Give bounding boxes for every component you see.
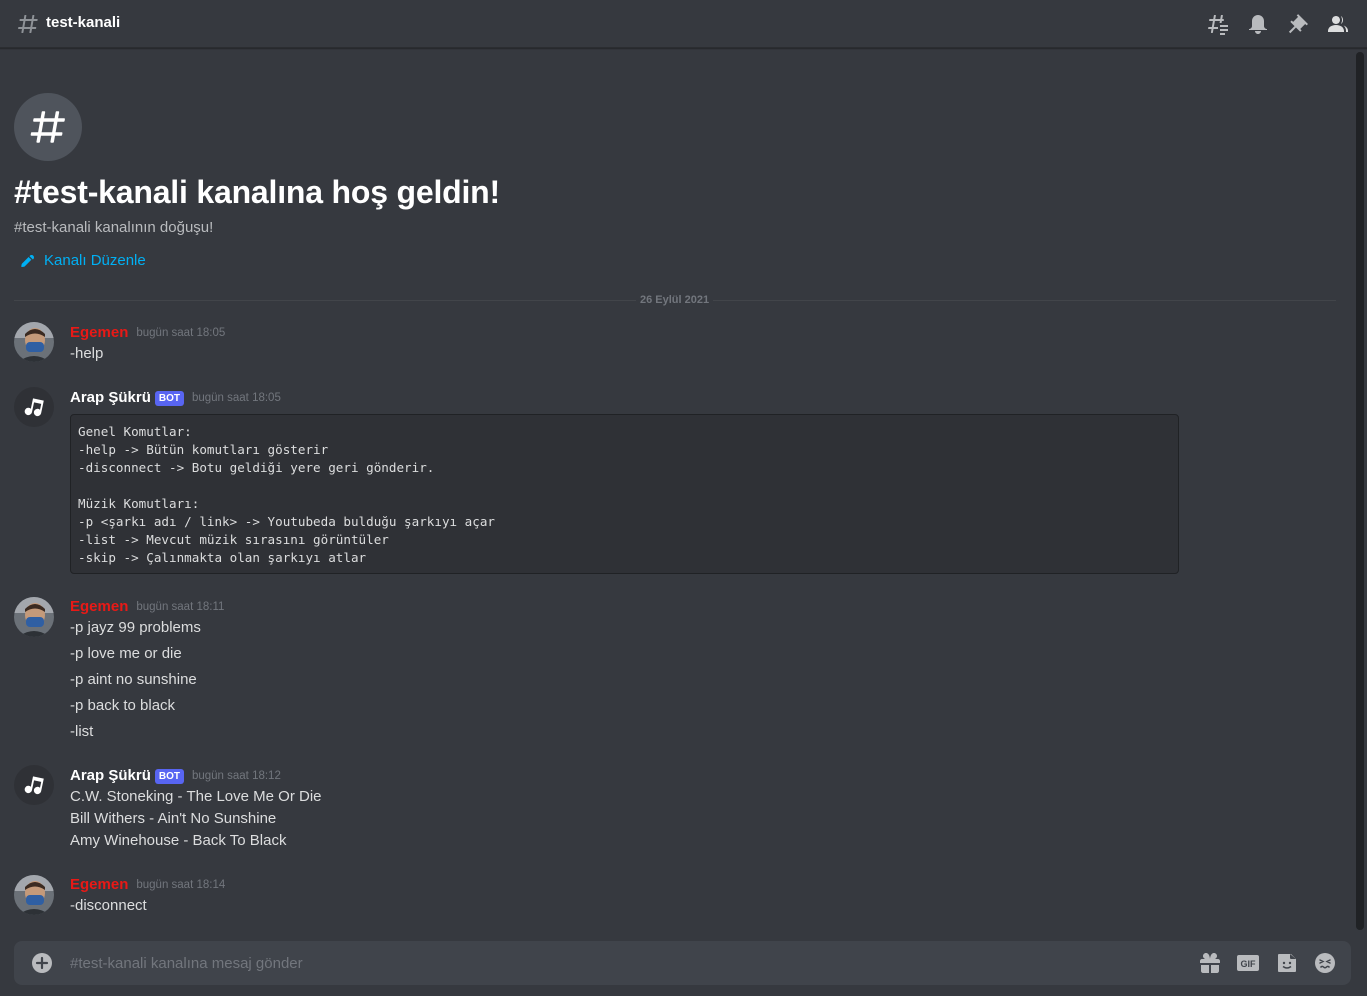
avatar[interactable] xyxy=(14,875,54,915)
pencil-icon xyxy=(21,255,34,268)
message-header: Egemen bugün saat 18:14 xyxy=(70,875,225,895)
welcome-subtitle: #test-kanali kanalının doğuşu! xyxy=(14,219,214,236)
code-block: Genel Komutlar: -help -> Bütün komutları… xyxy=(70,414,1179,574)
music-note-icon xyxy=(24,398,44,417)
message-text: -p aint no sunshine xyxy=(70,671,197,688)
welcome-title: #test-kanali kanalına hoş geldin! xyxy=(14,174,500,210)
music-note-icon xyxy=(24,776,44,795)
svg-text:GIF: GIF xyxy=(1241,959,1257,969)
message-text: -help xyxy=(70,345,104,362)
user-avatar-image xyxy=(14,322,54,362)
channel-header: test-kanali xyxy=(0,0,1367,48)
scrollbar-thumb[interactable] xyxy=(1356,52,1364,930)
message-header: Arap Şükrü BOT bugün saat 18:05 xyxy=(70,388,281,408)
members-icon[interactable] xyxy=(1326,12,1350,36)
timestamp: bugün saat 18:05 xyxy=(191,392,281,404)
bot-avatar[interactable] xyxy=(14,765,54,805)
emoji-icon[interactable] xyxy=(1313,951,1337,975)
message-input[interactable] xyxy=(70,952,1170,974)
message-header: Egemen bugün saat 18:11 xyxy=(70,597,224,617)
message-text: C.W. Stoneking - The Love Me Or Die xyxy=(70,788,322,805)
author-name[interactable]: Arap Şükrü xyxy=(70,388,151,408)
timestamp: bugün saat 18:14 xyxy=(136,879,226,891)
timestamp: bugün saat 18:11 xyxy=(136,601,225,613)
message-text: -p love me or die xyxy=(70,645,182,662)
message-text: -p jayz 99 problems xyxy=(70,619,201,636)
edit-channel-link[interactable]: Kanalı Düzenle xyxy=(20,251,146,271)
message-header: Egemen bugün saat 18:05 xyxy=(70,323,225,343)
gift-icon[interactable] xyxy=(1198,951,1222,975)
bot-tag: BOT xyxy=(154,768,184,784)
threads-icon[interactable] xyxy=(1206,12,1230,36)
message-text: -list xyxy=(70,723,94,740)
pin-icon[interactable] xyxy=(1286,12,1310,36)
author-name[interactable]: Arap Şükrü xyxy=(70,766,151,786)
message-header: Arap Şükrü BOT bugün saat 18:12 xyxy=(70,766,281,786)
message-text: Bill Withers - Ain't No Sunshine xyxy=(70,810,277,827)
bot-avatar[interactable] xyxy=(14,387,54,427)
channel-title: test-kanali xyxy=(46,14,121,31)
author-name[interactable]: Egemen xyxy=(70,597,128,617)
message-composer: GIF xyxy=(14,941,1351,985)
message-text: Amy Winehouse - Back To Black xyxy=(70,832,287,849)
hashtag-icon xyxy=(18,15,38,33)
add-attachment-icon[interactable] xyxy=(30,951,54,975)
edit-channel-label[interactable]: Kanalı Düzenle xyxy=(44,251,146,271)
bot-tag: BOT xyxy=(154,390,184,406)
timestamp: bugün saat 18:05 xyxy=(136,327,226,339)
bell-icon[interactable] xyxy=(1246,12,1270,36)
message-text: -disconnect xyxy=(70,897,147,914)
sticker-icon[interactable] xyxy=(1275,951,1299,975)
gif-icon[interactable]: GIF xyxy=(1236,951,1260,975)
message-text: -p back to black xyxy=(70,697,176,714)
channel-welcome-hashtag-icon xyxy=(14,93,82,161)
avatar[interactable] xyxy=(14,322,54,362)
date-divider-label: 26 Eylül 2021 xyxy=(636,293,714,307)
avatar[interactable] xyxy=(14,597,54,637)
hashtag-icon xyxy=(30,111,65,143)
timestamp: bugün saat 18:12 xyxy=(191,770,281,782)
author-name[interactable]: Egemen xyxy=(70,323,128,343)
user-avatar-image xyxy=(14,875,54,915)
user-avatar-image xyxy=(14,597,54,637)
author-name[interactable]: Egemen xyxy=(70,875,128,895)
